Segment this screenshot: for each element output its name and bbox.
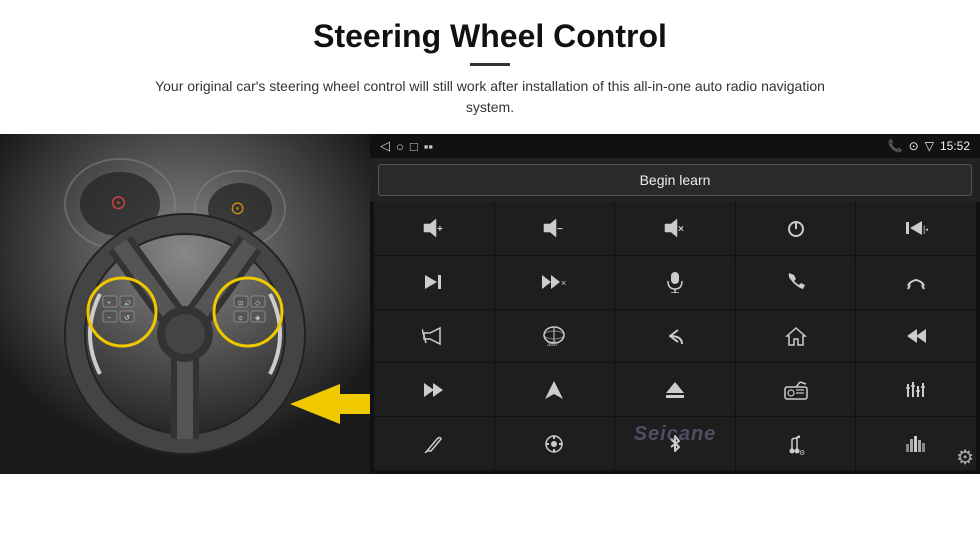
location-status-icon: ⊙: [909, 139, 919, 153]
music-btn[interactable]: ⚙: [736, 417, 856, 470]
horn-btn[interactable]: [374, 310, 494, 363]
spectrum-icon: [904, 434, 928, 454]
page-container: Steering Wheel Control Your original car…: [0, 0, 980, 548]
svg-text:◈: ◈: [255, 315, 261, 322]
back-icon[interactable]: ◁: [380, 138, 390, 154]
page-title: Steering Wheel Control: [60, 18, 920, 55]
svg-text:⊡: ⊡: [238, 301, 243, 307]
pen-btn[interactable]: [374, 417, 494, 470]
view360-icon: 360°: [540, 325, 568, 347]
end-call-icon: [904, 271, 928, 293]
icon-grid: + − ×: [370, 202, 980, 474]
mic-icon: [666, 271, 684, 293]
gear-corner-btn[interactable]: ⚙: [956, 445, 974, 470]
skip-fwd-btn[interactable]: ×: [495, 256, 615, 309]
steering-wheel-bg: ⊙ ⊙: [0, 134, 370, 474]
eject-btn[interactable]: [615, 363, 735, 416]
navigate-icon: [543, 379, 565, 401]
pen-icon: [423, 433, 445, 455]
phone-call-btn[interactable]: [736, 256, 856, 309]
status-right: 📞 ⊙ ▽ 15:52: [888, 139, 970, 153]
mic-btn[interactable]: [615, 256, 735, 309]
svg-text:🔊: 🔊: [124, 299, 132, 307]
prev-track-icon: |◀: [904, 218, 928, 238]
prev-track-btn[interactable]: |◀: [856, 202, 976, 255]
svg-text:⊙: ⊙: [238, 316, 243, 322]
svg-text:−: −: [557, 224, 563, 235]
svg-text:360°: 360°: [547, 342, 560, 347]
svg-text:⊙: ⊙: [230, 198, 245, 218]
svg-text:+: +: [107, 300, 111, 307]
vol-down-icon: −: [542, 218, 566, 238]
begin-learn-button[interactable]: Begin learn: [378, 164, 972, 196]
status-left: ◁ ○ □ ▪▪: [380, 138, 433, 154]
end-call-btn[interactable]: [856, 256, 976, 309]
fast-fwd-icon: [422, 380, 446, 400]
vol-up-btn[interactable]: +: [374, 202, 494, 255]
svg-text:⊙: ⊙: [110, 192, 127, 214]
rewind-btn[interactable]: [856, 310, 976, 363]
mute-btn[interactable]: ×: [615, 202, 735, 255]
skip-fwd-icon: ×: [540, 272, 568, 292]
back-nav-icon: [664, 326, 686, 346]
horn-icon: [422, 326, 446, 346]
vol-up-icon: +: [422, 218, 446, 238]
square-icon[interactable]: □: [410, 139, 418, 154]
settings-dial-btn[interactable]: [495, 417, 615, 470]
home-btn[interactable]: [736, 310, 856, 363]
home-icon: [785, 325, 807, 347]
svg-text:+: +: [437, 224, 443, 235]
circle-icon[interactable]: ○: [396, 139, 404, 154]
bluetooth-btn[interactable]: [615, 417, 735, 470]
mute-icon: ×: [663, 218, 687, 238]
svg-text:⚙: ⚙: [799, 449, 805, 455]
view360-btn[interactable]: 360°: [495, 310, 615, 363]
settings-dial-icon: [543, 433, 565, 455]
phone-status-icon: 📞: [888, 139, 903, 153]
rewind-icon: [904, 326, 928, 346]
navigate-btn[interactable]: [495, 363, 615, 416]
power-icon: [785, 217, 807, 239]
eject-icon: [664, 379, 686, 401]
power-btn[interactable]: [736, 202, 856, 255]
skip-next-btn[interactable]: [374, 256, 494, 309]
vol-down-btn[interactable]: −: [495, 202, 615, 255]
header-section: Steering Wheel Control Your original car…: [0, 0, 980, 126]
equalizer-icon: [905, 379, 927, 401]
android-panel: ◁ ○ □ ▪▪ 📞 ⊙ ▽ 15:52 Begin learn: [370, 134, 980, 474]
title-divider: [470, 63, 510, 66]
svg-text:↺: ↺: [124, 315, 130, 322]
radio-btn[interactable]: [736, 363, 856, 416]
svg-text:×: ×: [561, 278, 566, 288]
svg-text:◇: ◇: [255, 300, 261, 307]
car-image-section: ⊙ ⊙: [0, 134, 370, 474]
phone-call-icon: [785, 271, 807, 293]
svg-text:×: ×: [678, 224, 684, 235]
fast-fwd-btn[interactable]: [374, 363, 494, 416]
wifi-status-icon: ▽: [925, 139, 934, 153]
begin-learn-row: Begin learn: [370, 158, 980, 202]
music-icon: ⚙: [785, 433, 807, 455]
content-area: ⊙ ⊙: [0, 134, 980, 548]
steering-wheel-svg: ⊙ ⊙: [0, 134, 370, 474]
equalizer-btn[interactable]: [856, 363, 976, 416]
status-bar: ◁ ○ □ ▪▪ 📞 ⊙ ▽ 15:52: [370, 134, 980, 158]
radio-icon: [784, 379, 808, 401]
battery-icon: ▪▪: [424, 139, 433, 154]
back-nav-btn[interactable]: [615, 310, 735, 363]
svg-text:|◀: |◀: [923, 224, 928, 234]
skip-next-icon: [422, 272, 446, 292]
time-display: 15:52: [940, 139, 970, 153]
svg-text:−: −: [107, 315, 111, 322]
bluetooth-icon: [667, 433, 683, 455]
subtitle: Your original car's steering wheel contr…: [140, 76, 840, 118]
